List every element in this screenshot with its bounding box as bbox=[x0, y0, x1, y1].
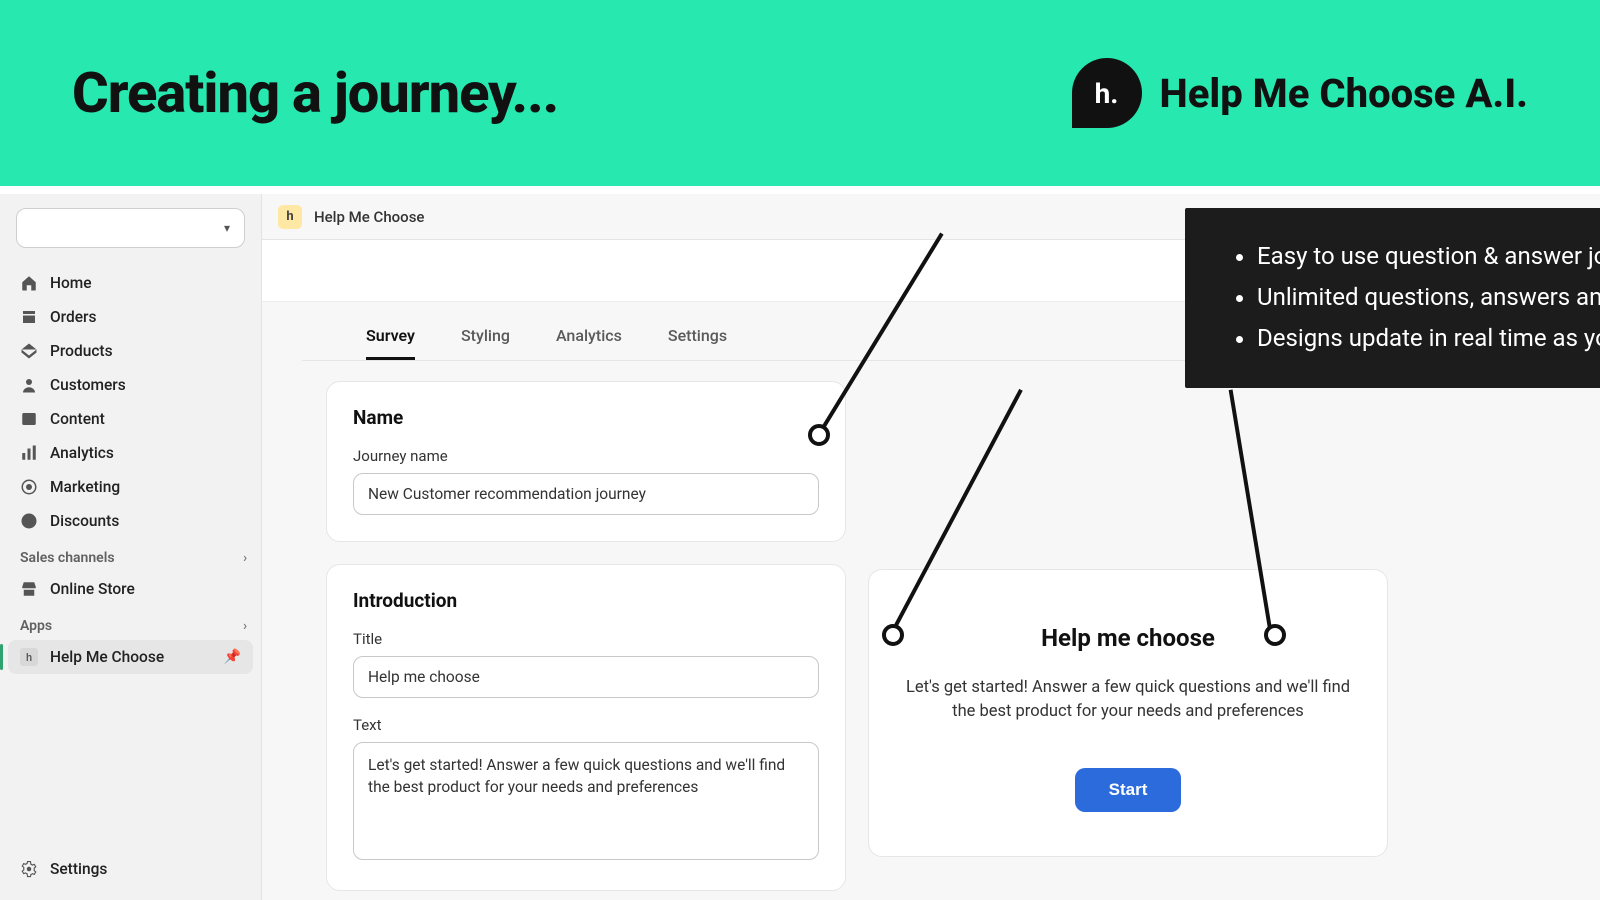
sidebar-item-label: Help Me Choose bbox=[50, 648, 164, 666]
callout-item: Easy to use question & answer journey ed… bbox=[1257, 236, 1600, 277]
discounts-icon bbox=[20, 512, 38, 530]
sidebar-section-label: Apps bbox=[20, 618, 52, 634]
sidebar-item-orders[interactable]: Orders bbox=[8, 300, 253, 334]
sidebar-item-settings[interactable]: Settings bbox=[8, 852, 253, 886]
sidebar-nav-apps: h Help Me Choose 📌 bbox=[0, 640, 261, 674]
chevron-right-icon: › bbox=[243, 619, 247, 634]
sidebar: ▾ Home Orders Products Customers Content bbox=[0, 194, 262, 900]
chevron-right-icon: › bbox=[243, 551, 247, 566]
store-selector[interactable]: ▾ bbox=[16, 208, 245, 248]
sidebar-item-help-me-choose[interactable]: h Help Me Choose 📌 bbox=[8, 640, 253, 674]
callout-item: Unlimited questions, answers and product… bbox=[1257, 277, 1600, 318]
brand-logo-icon: h. bbox=[1072, 58, 1142, 128]
sidebar-item-online-store[interactable]: Online Store bbox=[8, 572, 253, 606]
sidebar-item-label: Content bbox=[50, 410, 105, 428]
main-area: h Help Me Choose ⋯ Survey Styling Analyt… bbox=[262, 194, 1600, 900]
hero-banner: Creating a journey... h. Help Me Choose … bbox=[0, 0, 1600, 186]
feature-callout: Easy to use question & answer journey ed… bbox=[1185, 208, 1600, 388]
card-heading: Introduction bbox=[353, 589, 819, 612]
app-icon: h bbox=[20, 648, 38, 666]
start-button[interactable]: Start bbox=[1075, 768, 1182, 812]
sidebar-section-sales-channels[interactable]: Sales channels › bbox=[0, 538, 261, 572]
field-label-journey-name: Journey name bbox=[353, 447, 819, 465]
caret-down-icon: ▾ bbox=[224, 221, 230, 235]
sidebar-item-marketing[interactable]: Marketing bbox=[8, 470, 253, 504]
sidebar-item-home[interactable]: Home bbox=[8, 266, 253, 300]
sidebar-item-content[interactable]: Content bbox=[8, 402, 253, 436]
sidebar-section-label: Sales channels bbox=[20, 550, 115, 566]
app-shell: ▾ Home Orders Products Customers Content bbox=[0, 186, 1600, 900]
products-icon bbox=[20, 342, 38, 360]
card-heading: Name bbox=[353, 406, 819, 429]
sidebar-item-analytics[interactable]: Analytics bbox=[8, 436, 253, 470]
home-icon bbox=[20, 274, 38, 292]
content: Survey Styling Analytics Settings Name J… bbox=[262, 302, 1600, 900]
preview-card: Help me choose Let's get started! Answer… bbox=[868, 569, 1388, 857]
intro-text-textarea[interactable] bbox=[353, 742, 819, 860]
sidebar-item-label: Discounts bbox=[50, 512, 119, 530]
hero-title: Creating a journey... bbox=[72, 60, 558, 126]
callout-item: Designs update in real time as you edit bbox=[1257, 318, 1600, 359]
sidebar-section-apps[interactable]: Apps › bbox=[0, 606, 261, 640]
sidebar-item-label: Home bbox=[50, 274, 92, 292]
marketing-icon bbox=[20, 478, 38, 496]
gear-icon bbox=[20, 860, 38, 878]
topbar-title: Help Me Choose bbox=[314, 208, 424, 226]
sidebar-nav-sales: Online Store bbox=[0, 572, 261, 606]
name-card: Name Journey name bbox=[326, 381, 846, 542]
sidebar-item-label: Orders bbox=[50, 308, 97, 326]
hero-brand: h. Help Me Choose A.I. bbox=[1072, 58, 1528, 128]
tab-survey[interactable]: Survey bbox=[366, 326, 415, 360]
connector-dot bbox=[1264, 624, 1286, 646]
sidebar-item-label: Marketing bbox=[50, 478, 120, 496]
sidebar-item-label: Customers bbox=[50, 376, 126, 394]
journey-name-input[interactable] bbox=[353, 473, 819, 515]
tab-settings[interactable]: Settings bbox=[668, 326, 727, 360]
preview-text: Let's get started! Answer a few quick qu… bbox=[903, 676, 1353, 724]
sidebar-item-label: Settings bbox=[50, 860, 107, 878]
orders-icon bbox=[20, 308, 38, 326]
sidebar-item-customers[interactable]: Customers bbox=[8, 368, 253, 402]
introduction-card: Introduction Title Text bbox=[326, 564, 846, 891]
field-label-text: Text bbox=[353, 716, 819, 734]
sidebar-item-label: Products bbox=[50, 342, 113, 360]
tab-styling[interactable]: Styling bbox=[461, 326, 510, 360]
pin-icon[interactable]: 📌 bbox=[224, 649, 241, 665]
sidebar-nav: Home Orders Products Customers Content A… bbox=[0, 266, 261, 538]
sidebar-item-discounts[interactable]: Discounts bbox=[8, 504, 253, 538]
intro-title-input[interactable] bbox=[353, 656, 819, 698]
connector-dot bbox=[808, 424, 830, 446]
sidebar-item-label: Analytics bbox=[50, 444, 114, 462]
store-icon bbox=[20, 580, 38, 598]
tab-analytics[interactable]: Analytics bbox=[556, 326, 622, 360]
customers-icon bbox=[20, 376, 38, 394]
sidebar-item-products[interactable]: Products bbox=[8, 334, 253, 368]
field-label-title: Title bbox=[353, 630, 819, 648]
sidebar-item-label: Online Store bbox=[50, 580, 135, 598]
analytics-icon bbox=[20, 444, 38, 462]
app-badge-icon: h bbox=[278, 205, 302, 229]
connector-dot bbox=[882, 624, 904, 646]
content-icon bbox=[20, 410, 38, 428]
brand-text: Help Me Choose A.I. bbox=[1160, 70, 1528, 117]
